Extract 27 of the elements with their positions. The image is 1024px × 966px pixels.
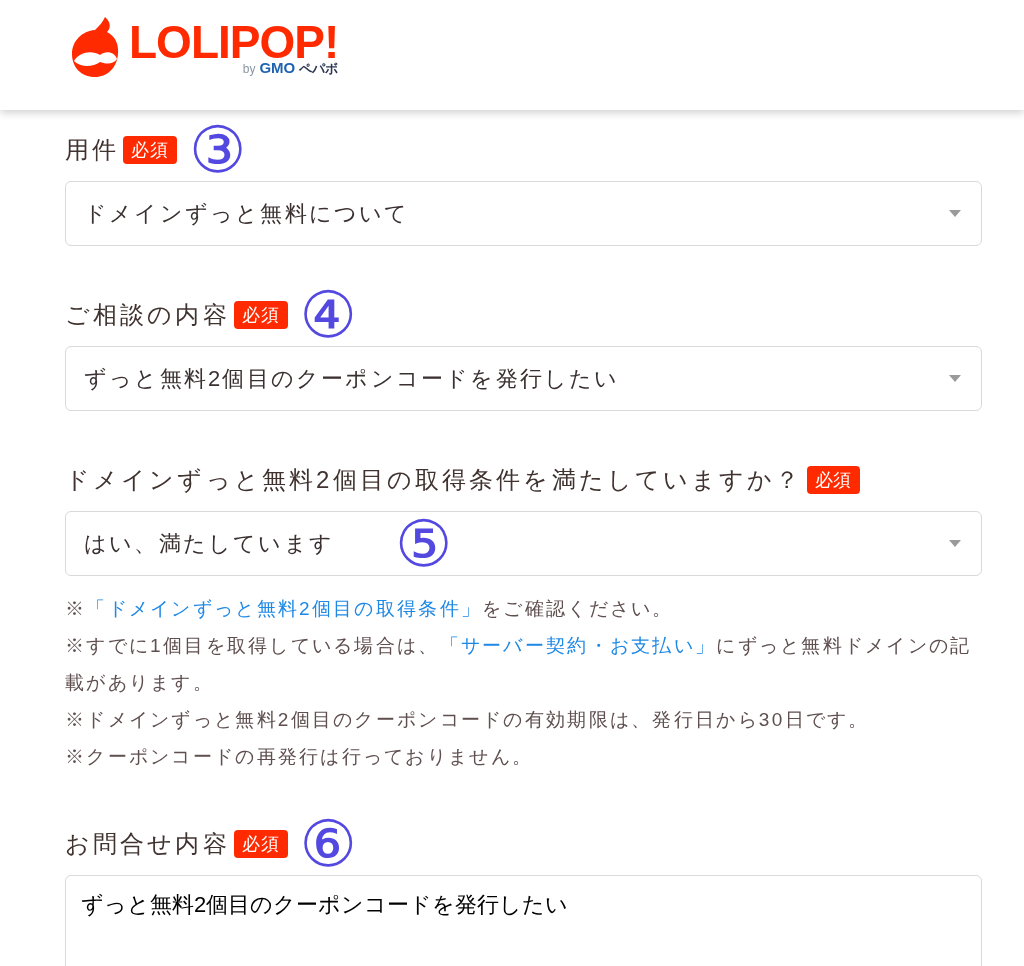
note-text: ※クーポンコードの再発行は行っておりません。 — [65, 745, 535, 769]
caret-icon — [949, 540, 961, 547]
field-label: ドメインずっと無料2個目の取得条件を満たしていますか？ — [65, 465, 803, 495]
note-text: ※すでに1個目を取得している場合は、「サーバー契約・お支払い」にずっと無料ドメインの記載があります。 — [65, 634, 973, 695]
note-text: ※ドメインずっと無料2個目のクーポンコードの有効期限は、発行日から30日です。 — [65, 708, 871, 732]
field-label: お問合せ内容 — [65, 829, 230, 859]
logo-company-text: GMO — [259, 60, 296, 76]
logo-company-kana: ペパボ — [299, 61, 339, 77]
caret-icon — [949, 375, 961, 382]
select-field[interactable]: ずっと無料2個目のクーポンコードを発行したい — [65, 346, 982, 411]
required-badge: 必須 — [123, 136, 178, 164]
circled-number-annotation: ⑤ — [395, 511, 453, 576]
required-badge: 必須 — [806, 466, 861, 494]
logo-by-text: by — [242, 61, 256, 78]
required-badge: 必須 — [233, 301, 288, 329]
note-link[interactable]: 「サーバー契約・お支払い」 — [439, 635, 717, 656]
field-label: 用件 — [65, 135, 120, 165]
circled-number-annotation: ④ — [299, 283, 357, 347]
circled-number-annotation: ⑥ — [299, 812, 357, 876]
note-link[interactable]: 「ドメインずっと無料2個目の取得条件」 — [86, 598, 483, 619]
required-badge: 必須 — [233, 830, 288, 858]
select-field[interactable]: ドメインずっと無料について — [65, 181, 982, 246]
caret-icon — [949, 210, 961, 217]
note-text: ※「ドメインずっと無料2個目の取得条件」をご確認ください。 — [65, 597, 675, 621]
inquiry-textarea[interactable]: ずっと無料2個目のクーポンコードを発行したい — [65, 875, 982, 966]
circled-number-annotation: ③ — [189, 118, 247, 182]
field-label: ご相談の内容 — [65, 300, 230, 330]
